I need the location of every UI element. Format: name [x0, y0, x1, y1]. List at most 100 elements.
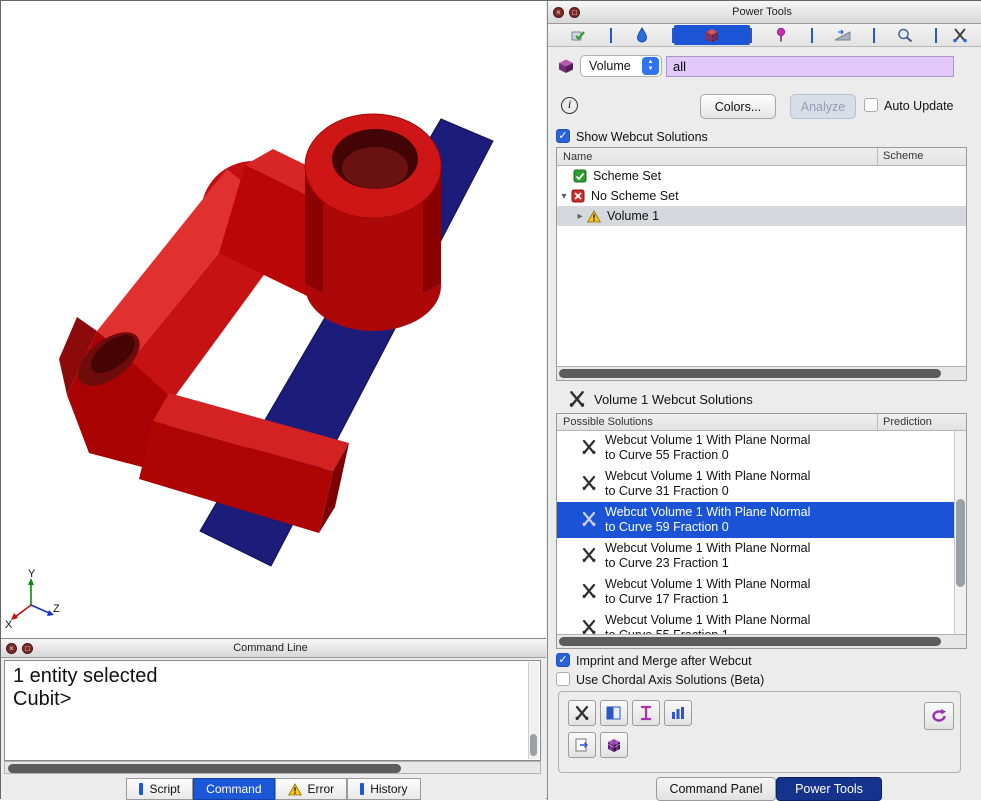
solution-line1: Webcut Volume 1 With Plane Normal [605, 577, 810, 592]
tree-row-scheme-set[interactable]: Scheme Set [557, 166, 966, 186]
tree-row-label: Volume 1 [607, 209, 659, 223]
auto-update-label: Auto Update [884, 99, 954, 113]
solution-row-selected[interactable]: Webcut Volume 1 With Plane Normal to Cur… [557, 502, 954, 538]
imprint-merge-checkbox[interactable]: ✓ [556, 653, 570, 667]
solutions-horizontal-scroll-thumb[interactable] [559, 637, 941, 646]
solution-row[interactable]: Webcut Volume 1 With Plane Normal to Cur… [557, 574, 954, 610]
script-icon [139, 783, 143, 795]
command-horizontal-scrollbar[interactable] [4, 761, 541, 774]
tab-search-tools[interactable] [875, 25, 935, 45]
tab-webcut-tools[interactable] [937, 25, 981, 45]
solution-row[interactable]: Webcut Volume 1 With Plane Normal to Cur… [557, 430, 954, 466]
entity-type-select[interactable]: Volume ▲▼ [580, 55, 662, 77]
chevron-down-icon[interactable]: ▾ [559, 191, 569, 202]
ibeam-tool-button[interactable] [632, 700, 660, 726]
export-sheet-button[interactable] [568, 732, 596, 758]
column-divider[interactable] [877, 148, 878, 165]
columns-tool-button[interactable] [664, 700, 692, 726]
chevron-right-icon[interactable]: ▸ [575, 211, 585, 222]
solution-line2: to Curve 55 Fraction 0 [605, 448, 810, 463]
command-vertical-scroll-thumb[interactable] [530, 734, 537, 756]
tab-command-label: Command [206, 782, 261, 796]
webcut-toolbar-group [558, 691, 961, 773]
chevron-up-down-icon: ▲▼ [642, 57, 659, 75]
detach-icon[interactable]: □ [569, 7, 580, 18]
webcut-icon [581, 547, 597, 563]
close-icon[interactable]: × [553, 7, 564, 18]
axis-y-label: Y [28, 568, 36, 580]
tab-command[interactable]: Command [193, 778, 274, 800]
split-panel-icon [605, 705, 623, 721]
probe-icon [771, 27, 791, 43]
tab-bc-tools[interactable] [752, 25, 812, 45]
volume-cube-icon [556, 57, 576, 75]
tab-wedge-tools[interactable] [813, 25, 873, 45]
magnifier-icon [895, 27, 915, 43]
solution-line1: Webcut Volume 1 With Plane Normal [605, 469, 810, 484]
solutions-vertical-scroll-thumb[interactable] [956, 499, 965, 587]
axis-triad: Y X Z [5, 568, 60, 631]
webcut-button[interactable] [568, 700, 596, 726]
tab-history[interactable]: History [347, 778, 420, 800]
no-scheme-set-icon [571, 189, 585, 203]
column-name[interactable]: Name [557, 151, 592, 163]
tab-command-panel[interactable]: Command Panel [656, 777, 776, 801]
tab-paint-tools[interactable] [612, 25, 672, 45]
tree-row-volume-1[interactable]: ▸ Volume 1 [557, 206, 966, 226]
info-icon[interactable]: i [561, 97, 578, 114]
command-line-titlebar: × □ Command Line [1, 639, 546, 658]
tree-horizontal-scrollbar[interactable] [557, 366, 966, 380]
tab-error[interactable]: Error [275, 778, 348, 800]
voxel-cube-button[interactable] [600, 732, 628, 758]
graphics-viewport[interactable]: Y X Z [1, 1, 546, 638]
page-arrow-icon [573, 737, 591, 753]
tree-row-no-scheme-set[interactable]: ▾ No Scheme Set [557, 186, 966, 206]
entity-filter-input[interactable] [666, 56, 954, 77]
tree-horizontal-scroll-thumb[interactable] [559, 369, 941, 378]
command-vertical-scrollbar[interactable] [528, 662, 539, 759]
close-icon[interactable]: × [6, 643, 17, 654]
axis-x-label: X [5, 619, 13, 631]
solutions-list: Possible Solutions Prediction Webcut Vol… [556, 413, 967, 649]
column-scheme[interactable]: Scheme [883, 150, 923, 162]
cubit-window: Y X Z × □ Command Line 1 entity selected… [0, 0, 981, 799]
command-line-panel: × □ Command Line 1 entity selected Cubit… [1, 638, 546, 800]
detach-icon[interactable]: □ [22, 643, 33, 654]
webcut-icon [568, 390, 586, 408]
warning-icon [587, 210, 601, 223]
analyze-button[interactable]: Analyze [790, 94, 856, 119]
tab-geometry-tools[interactable] [550, 25, 610, 45]
tab-meshing-tools[interactable] [674, 25, 750, 45]
solution-line2: to Curve 23 Fraction 1 [605, 556, 810, 571]
show-webcut-checkbox[interactable]: ✓ [556, 129, 570, 143]
split-view-button[interactable] [600, 700, 628, 726]
solutions-vertical-scrollbar[interactable] [954, 431, 966, 635]
solutions-header: Possible Solutions Prediction [557, 414, 966, 431]
solution-line1: Webcut Volume 1 With Plane Normal [605, 505, 810, 520]
power-tools-tabbar [548, 24, 981, 47]
volume-1-model[interactable] [59, 114, 441, 533]
solution-row[interactable]: Webcut Volume 1 With Plane Normal to Cur… [557, 538, 954, 574]
column-divider[interactable] [877, 414, 878, 430]
command-line-title: Command Line [33, 642, 508, 654]
chordal-axis-checkbox[interactable] [556, 672, 570, 686]
colors-button[interactable]: Colors... [700, 94, 776, 119]
tree-row-label: Scheme Set [593, 169, 661, 183]
solution-row[interactable]: Webcut Volume 1 With Plane Normal to Cur… [557, 610, 954, 635]
column-possible-solutions[interactable]: Possible Solutions [557, 416, 653, 428]
scissors-icon [950, 27, 970, 43]
ibeam-icon [637, 705, 655, 721]
tab-script[interactable]: Script [126, 778, 193, 800]
auto-update-checkbox[interactable] [864, 98, 878, 112]
command-output-area[interactable]: 1 entity selected Cubit> [4, 660, 541, 761]
purple-swirl-icon [929, 707, 949, 725]
rotate-solutions-button[interactable] [924, 702, 954, 730]
tab-power-tools[interactable]: Power Tools [776, 777, 882, 801]
tab-script-label: Script [149, 782, 180, 796]
solution-line2: to Curve 59 Fraction 0 [605, 520, 810, 535]
solutions-horizontal-scrollbar[interactable] [557, 634, 966, 648]
history-icon [360, 783, 364, 795]
solution-row[interactable]: Webcut Volume 1 With Plane Normal to Cur… [557, 466, 954, 502]
column-prediction[interactable]: Prediction [883, 416, 932, 428]
command-horizontal-scroll-thumb[interactable] [8, 764, 401, 773]
